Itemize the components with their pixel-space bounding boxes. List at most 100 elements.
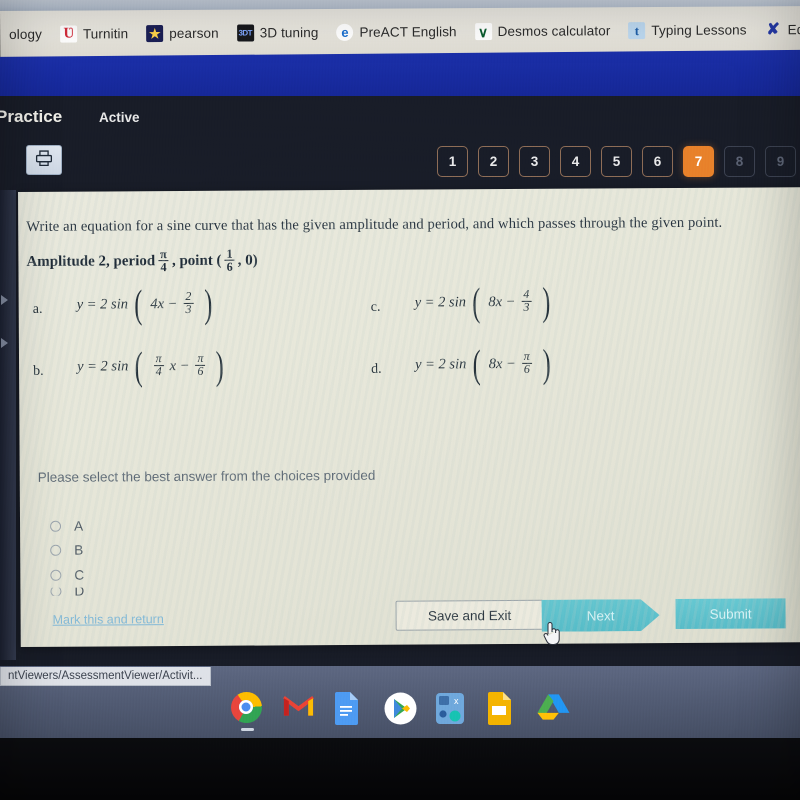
3dtuning-icon: 3DT xyxy=(236,24,254,42)
open-paren: ( xyxy=(472,341,482,387)
radio-button-icon[interactable] xyxy=(50,520,62,532)
choice-label: d. xyxy=(371,361,382,377)
pager-button-1[interactable]: 1 xyxy=(437,146,468,177)
given-amplitude-text: Amplitude 2, period xyxy=(26,253,156,271)
bookmark-label: 3D tuning xyxy=(259,25,319,41)
bookmark-desmos-calculator[interactable]: ∨ Desmos calculator xyxy=(466,19,620,43)
choice-equation: y = 2 sin (8x − 4 3) xyxy=(397,278,553,325)
pager-button-8: 8 xyxy=(724,146,755,177)
google-slides-icon[interactable] xyxy=(486,691,519,725)
choice-label: c. xyxy=(370,299,381,315)
open-paren: ( xyxy=(472,279,481,325)
question-sheet: Write an equation for a sine curve that … xyxy=(18,187,800,647)
rail-arrow-icon xyxy=(1,338,8,348)
equation-inner: π4 x − π 6 xyxy=(150,350,210,378)
open-paren: ( xyxy=(134,281,143,327)
phase-shift-fraction: 23 xyxy=(183,288,194,316)
svg-text:x: x xyxy=(454,696,459,706)
bookmark-label: Typing Lessons xyxy=(651,22,747,39)
rail-arrow-icon xyxy=(1,295,8,305)
close-paren: ) xyxy=(203,280,213,326)
equation-lhs: y = 2 sin xyxy=(76,295,129,313)
pager-button-3[interactable]: 3 xyxy=(519,146,550,177)
equation-term: 8x − xyxy=(488,355,516,372)
equation-term: x − xyxy=(169,357,190,374)
close-paren: ) xyxy=(542,340,551,386)
phase-shift-fraction: π6 xyxy=(195,350,206,378)
question-pager[interactable]: 123456789 xyxy=(437,146,796,177)
bookmark-ed[interactable]: ✘ Ed xyxy=(756,18,800,41)
bookmark-pearson[interactable]: ★ pearson xyxy=(137,22,228,46)
answer-choice-d[interactable]: d. y = 2 sin (8x − π 6) xyxy=(371,340,553,387)
page-title: Practice xyxy=(0,107,63,126)
pager-button-5[interactable]: 5 xyxy=(601,146,632,177)
chrome-icon[interactable] xyxy=(230,691,264,731)
screenshot-root: ology Ʋ Turnitin ★ pearson 3DT 3D tuning e PreAC… xyxy=(0,0,800,800)
pager-button-7[interactable]: 7 xyxy=(683,146,714,177)
calculator-icon[interactable]: x xyxy=(435,692,468,725)
answer-choices: a. y = 2 sin(4x −2 3) b. y = 2 sin(π 4 x − π 6) c… xyxy=(19,279,800,389)
gmail-icon[interactable] xyxy=(282,692,315,725)
leading-coefficient-fraction: π4 xyxy=(153,350,164,378)
choice-equation: y = 2 sin (4x − 2 3) xyxy=(59,280,215,327)
mark-and-return-link[interactable]: Mark this and return xyxy=(53,612,164,627)
open-paren: ( xyxy=(134,343,144,389)
question-given: Amplitude 2, period π 4 , point ( 1 6 , … xyxy=(26,247,257,276)
equation-inner: 8x − 4 3 xyxy=(487,286,535,314)
status-badge: Active xyxy=(99,110,140,125)
status-bar-url: ntViewers/AssessmentViewer/Activit... xyxy=(0,667,211,686)
period-fraction: π 4 xyxy=(158,247,169,275)
bookmark-label: Turnitin xyxy=(82,26,129,42)
given-point-prefix: , point ( xyxy=(171,253,222,270)
pager-button-2[interactable]: 2 xyxy=(478,146,509,177)
answer-choice-a[interactable]: a. y = 2 sin (4x − 2 3) xyxy=(32,280,215,327)
google-docs-icon[interactable] xyxy=(333,691,366,725)
edgenuity-icon: ✘ xyxy=(766,21,780,38)
question-stem: Write an equation for a sine curve that … xyxy=(26,214,723,235)
pager-button-9: 9 xyxy=(765,146,796,177)
radio-group[interactable]: ABCD xyxy=(50,514,84,596)
equation-inner: 4x − 2 3 xyxy=(149,288,197,317)
radio-option-C[interactable]: C xyxy=(50,563,84,588)
left-rail xyxy=(0,190,16,660)
answer-choice-b[interactable]: b. y = 2 sin (π 4 x − π 6) xyxy=(33,343,227,389)
radio-option-A[interactable]: A xyxy=(50,514,84,539)
radio-label: B xyxy=(74,542,84,558)
typing-icon: t xyxy=(628,22,646,40)
shelf-icons[interactable]: x xyxy=(0,686,800,731)
preact-icon: e xyxy=(336,23,354,41)
turnitin-icon: Ʋ xyxy=(59,25,77,43)
save-and-exit-button[interactable]: Save and Exit xyxy=(395,599,544,631)
equation-lhs: y = 2 sin xyxy=(414,293,467,311)
bookmark-ology[interactable]: ology xyxy=(0,24,51,45)
bookmark-label: pearson xyxy=(169,25,219,41)
printer-icon xyxy=(34,149,54,172)
phase-shift-fraction: π6 xyxy=(521,348,532,376)
bookmark-label: PreACT English xyxy=(359,24,457,40)
pearson-icon: ★ xyxy=(146,25,164,43)
equation-term: 4x − xyxy=(150,295,178,312)
mouse-cursor-icon xyxy=(541,620,563,646)
action-bar: Mark this and return Save and Exit Next … xyxy=(20,590,800,647)
radio-label: C xyxy=(74,567,85,583)
choice-equation: y = 2 sin (π 4 x − π 6) xyxy=(59,343,227,389)
bookmark-turnitin[interactable]: Ʋ Turnitin xyxy=(51,22,137,46)
radio-button-icon[interactable] xyxy=(50,544,62,557)
choice-label: b. xyxy=(33,363,44,379)
google-drive-icon[interactable] xyxy=(536,692,570,725)
radio-button-icon[interactable] xyxy=(50,569,62,581)
close-paren: ) xyxy=(541,278,551,324)
pager-button-6[interactable]: 6 xyxy=(642,146,673,177)
radio-option-B[interactable]: B xyxy=(50,538,84,563)
bookmark-preact-english[interactable]: e PreACT English xyxy=(327,20,465,44)
answer-choice-c[interactable]: c. y = 2 sin (8x − 4 3) xyxy=(370,278,553,325)
equation-lhs: y = 2 sin xyxy=(415,355,467,373)
bookmark-typing-lessons[interactable]: t Typing Lessons xyxy=(619,18,755,42)
choice-label: a. xyxy=(32,301,43,317)
pager-button-4[interactable]: 4 xyxy=(560,146,591,177)
play-store-icon[interactable] xyxy=(384,692,417,725)
bookmark-label: ology xyxy=(9,26,42,42)
print-button[interactable] xyxy=(26,145,62,175)
submit-button[interactable]: Submit xyxy=(675,598,786,629)
bookmark-3d-tuning[interactable]: 3DT 3D tuning xyxy=(228,21,328,45)
